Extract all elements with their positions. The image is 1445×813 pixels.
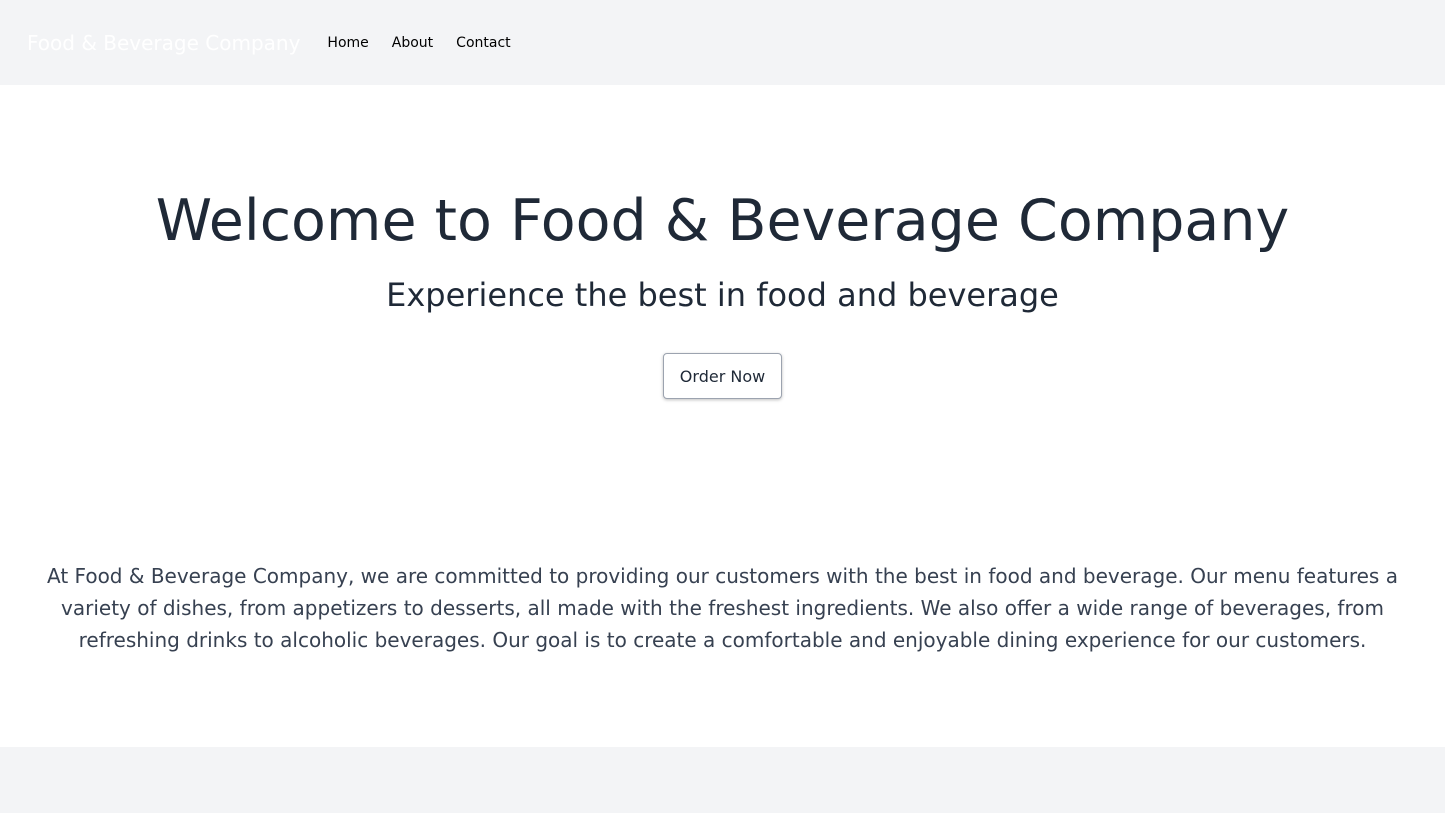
page-footer — [0, 747, 1445, 813]
about-section: At Food & Beverage Company, we are commi… — [0, 560, 1445, 656]
order-now-button[interactable]: Order Now — [663, 353, 782, 399]
hero-title: Welcome to Food & Beverage Company — [155, 188, 1290, 254]
top-navbar: Food & Beverage Company Home About Conta… — [0, 0, 1445, 85]
hero-subtitle: Experience the best in food and beverage — [386, 276, 1059, 314]
nav-link-home[interactable]: Home — [327, 35, 368, 51]
brand-logo-link[interactable]: Food & Beverage Company — [27, 31, 300, 55]
nav-link-contact[interactable]: Contact — [456, 35, 510, 51]
nav-link-about[interactable]: About — [392, 35, 433, 51]
nav-links: Home About Contact — [327, 35, 510, 51]
hero-section: Welcome to Food & Beverage Company Exper… — [0, 85, 1445, 505]
about-paragraph: At Food & Beverage Company, we are commi… — [47, 564, 1398, 652]
